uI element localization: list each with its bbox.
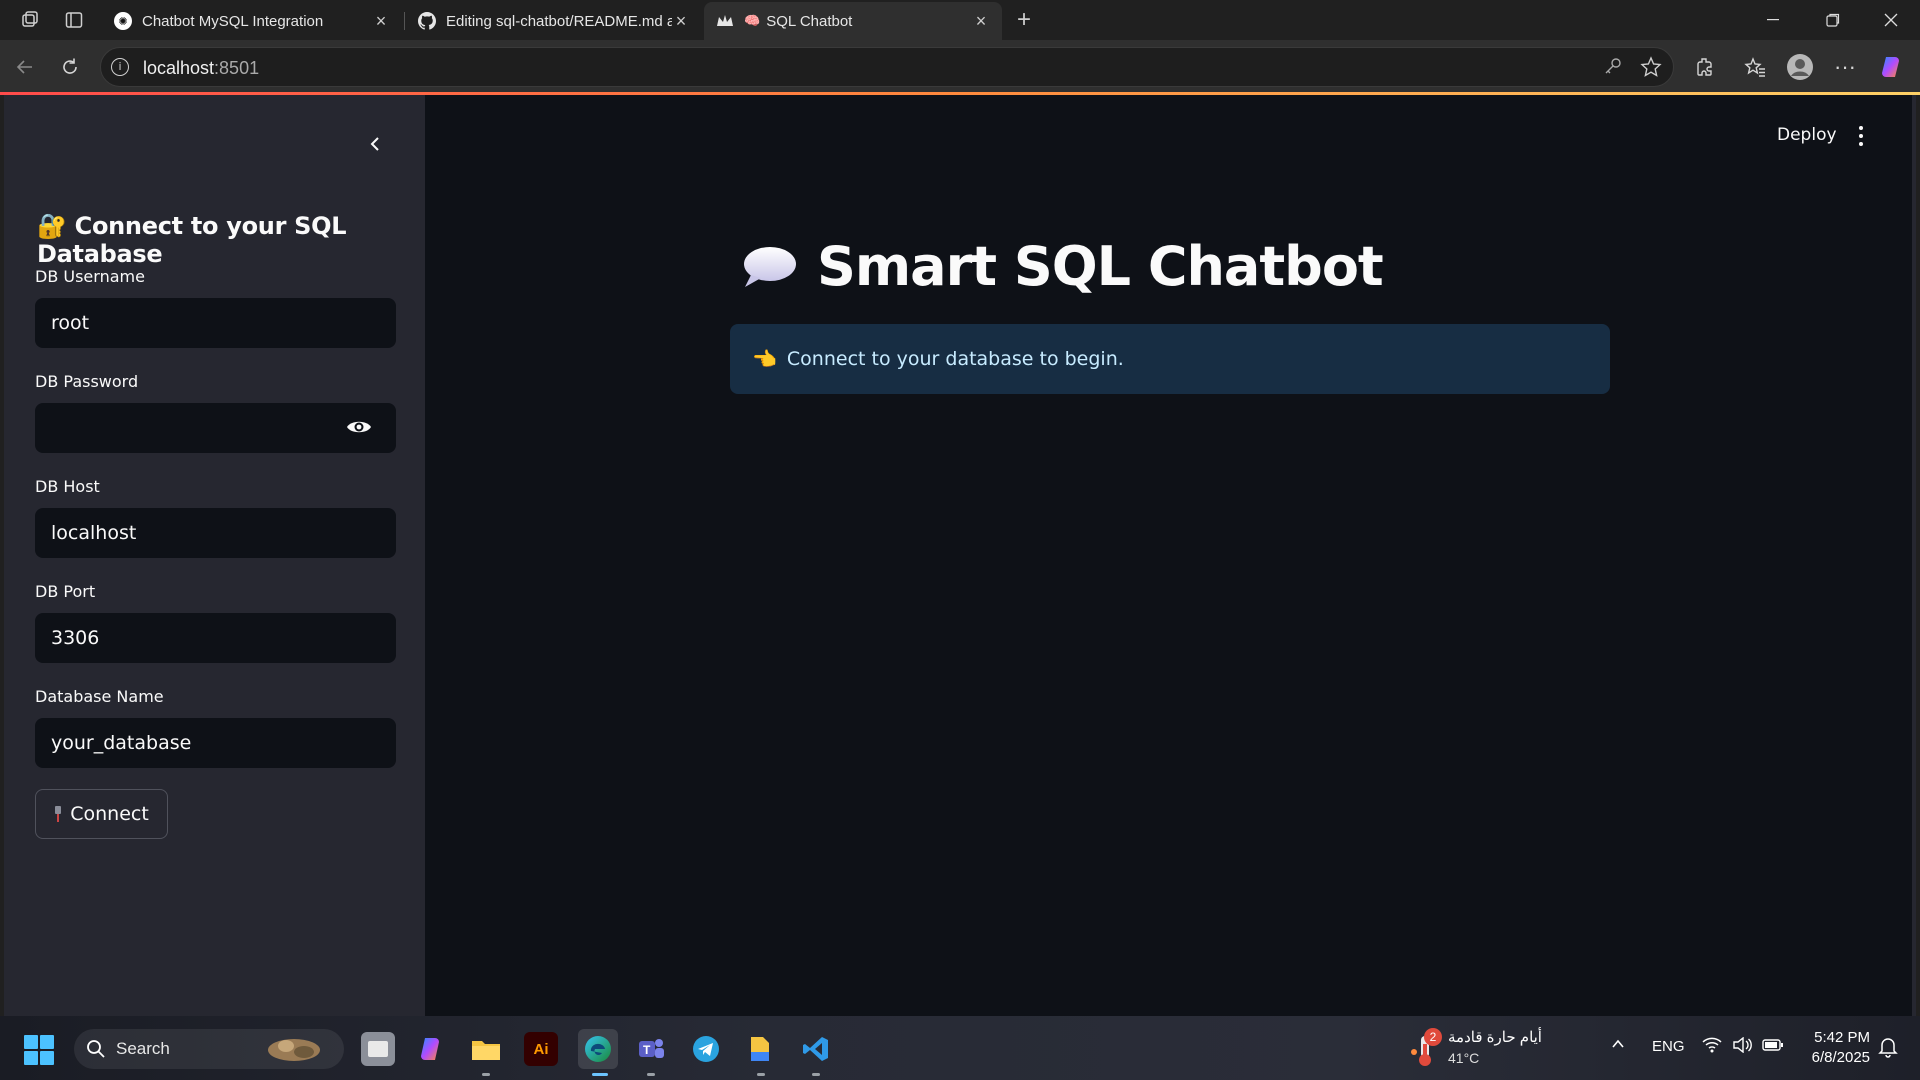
speech-balloon-icon [744, 246, 796, 287]
tab-editing-readme[interactable]: Editing sql-chatbot/README.md a × [406, 2, 702, 40]
connect-button[interactable]: Connect [35, 789, 168, 839]
key-icon[interactable] [1601, 56, 1625, 80]
favorite-star-icon[interactable] [1639, 56, 1663, 80]
windows-start-icon[interactable] [24, 1035, 54, 1065]
close-icon[interactable]: × [672, 11, 690, 32]
info-alert: 👈 Connect to your database to begin. [730, 324, 1610, 394]
language-indicator[interactable]: ENG [1652, 1038, 1685, 1055]
weather-text: أيام حارة قادمة [1448, 1029, 1542, 1046]
new-tab-icon[interactable]: + [1012, 6, 1036, 33]
show-hidden-icons[interactable] [1610, 1036, 1626, 1056]
system-clock[interactable]: 5:42 PM 6/8/2025 [1790, 1028, 1870, 1068]
search-highlight-icon [267, 1039, 320, 1061]
notifications-icon[interactable] [1878, 1036, 1898, 1062]
pointing-hand-icon: 👈 [752, 347, 777, 371]
window-edge [1912, 95, 1916, 1016]
active-indicator [592, 1073, 608, 1076]
tab-title: Chatbot MySQL Integration [142, 12, 324, 30]
refresh-icon[interactable] [55, 52, 85, 82]
weather-temperature: 41°C [1448, 1050, 1480, 1066]
extensions-icon[interactable] [1690, 52, 1720, 82]
clock-date: 6/8/2025 [1811, 1049, 1870, 1066]
file-explorer-icon[interactable] [469, 1032, 503, 1066]
close-icon[interactable]: × [972, 11, 990, 32]
site-info-icon[interactable]: i [111, 58, 129, 76]
workspaces-icon[interactable] [18, 8, 42, 32]
url-text: localhost:8501 [143, 58, 260, 78]
vertical-tabs-icon[interactable] [62, 8, 86, 32]
port-label: DB Port [35, 582, 96, 601]
database-label: Database Name [35, 687, 164, 706]
address-bar[interactable]: i localhost:8501 [100, 47, 1674, 87]
github-icon [418, 12, 436, 30]
host-label: DB Host [35, 477, 100, 496]
edge-browser-icon[interactable] [578, 1029, 618, 1069]
search-label: Search [116, 1039, 170, 1058]
host-input[interactable]: localhost [35, 508, 396, 558]
task-view-icon[interactable] [361, 1032, 395, 1066]
profile-avatar[interactable] [1785, 52, 1815, 82]
taskbar-search[interactable]: Search [74, 1029, 344, 1069]
running-indicator [482, 1073, 490, 1076]
more-options-icon[interactable]: ··· [1830, 52, 1860, 82]
connect-label: Connect [70, 803, 149, 825]
taskbar: Search Ai T 2 أيام حارة قادمة 41°C ENG 5… [0, 1016, 1920, 1080]
tab-sql-chatbot[interactable]: 🧠 SQL Chatbot × [704, 2, 1002, 40]
clock-time: 5:42 PM [1814, 1029, 1870, 1046]
show-password-icon[interactable] [346, 417, 372, 437]
main-content: Deploy Smart SQL Chatbot 👈 Connect to yo… [425, 95, 1916, 1016]
weather-alert-badge: 2 [1424, 1028, 1442, 1046]
username-label: DB Username [35, 267, 145, 286]
restore-icon[interactable] [1804, 0, 1862, 40]
username-input[interactable]: root [35, 298, 396, 348]
database-input[interactable]: your_database [35, 718, 396, 768]
port-input[interactable]: 3306 [35, 613, 396, 663]
page-title: Smart SQL Chatbot [817, 235, 1384, 298]
illustrator-icon[interactable]: Ai [524, 1032, 558, 1066]
browser-tab-strip: ✺ Chatbot MySQL Integration × Editing sq… [0, 0, 1920, 40]
volume-icon[interactable] [1732, 1036, 1752, 1057]
streamlit-crown-icon [716, 12, 734, 30]
page-heading: Smart SQL Chatbot [741, 235, 1384, 298]
password-label: DB Password [35, 372, 139, 391]
file-manager-icon[interactable] [744, 1032, 778, 1066]
svg-text:T: T [643, 1043, 651, 1057]
favorites-icon[interactable] [1740, 52, 1770, 82]
search-icon [87, 1040, 105, 1058]
password-input[interactable] [35, 403, 396, 453]
streamlit-app: 🔐 Connect to your SQL Database DB Userna… [4, 95, 1916, 1016]
main-menu-icon[interactable] [1851, 123, 1871, 149]
copilot-icon[interactable] [1877, 52, 1907, 82]
running-indicator [757, 1073, 765, 1076]
openai-icon: ✺ [114, 12, 132, 30]
tab-title: SQL Chatbot [766, 12, 853, 30]
info-text: Connect to your database to begin. [786, 348, 1124, 370]
close-window-icon[interactable] [1862, 0, 1920, 40]
brain-icon: 🧠 [744, 13, 761, 28]
sidebar: 🔐 Connect to your SQL Database DB Userna… [4, 95, 425, 1016]
tab-divider [404, 12, 405, 30]
plug-icon [55, 806, 62, 822]
running-indicator [812, 1073, 820, 1076]
wifi-icon[interactable] [1702, 1037, 1722, 1057]
browser-toolbar: i localhost:8501 ··· [0, 40, 1920, 95]
back-icon[interactable] [10, 52, 40, 82]
close-icon[interactable]: × [372, 11, 390, 32]
vscode-icon[interactable] [799, 1032, 833, 1066]
battery-icon[interactable] [1762, 1038, 1784, 1056]
deploy-button[interactable]: Deploy [1777, 125, 1837, 145]
copilot-app-icon[interactable] [415, 1032, 449, 1066]
tab-title: Editing sql-chatbot/README.md a [446, 12, 672, 30]
running-indicator [647, 1073, 655, 1076]
minimize-icon[interactable] [1744, 0, 1802, 40]
telegram-icon[interactable] [689, 1032, 723, 1066]
teams-icon[interactable]: T [634, 1032, 668, 1066]
tab-chatbot-mysql[interactable]: ✺ Chatbot MySQL Integration × [102, 2, 402, 40]
sidebar-title: 🔐 Connect to your SQL Database [37, 212, 347, 268]
collapse-sidebar-icon[interactable] [360, 129, 390, 159]
